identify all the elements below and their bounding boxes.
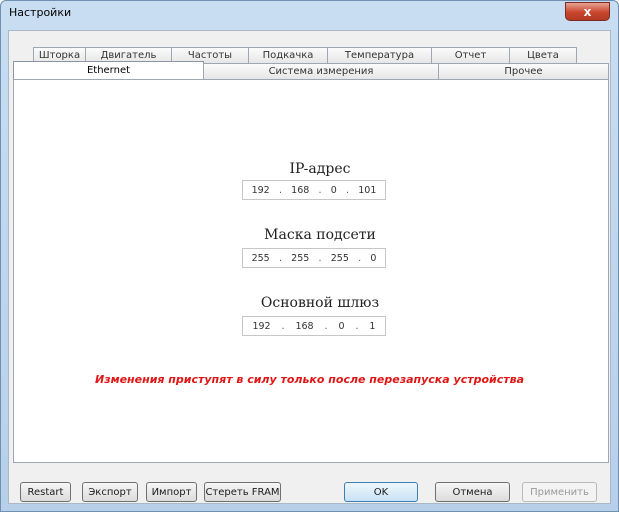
- octet-separator: .: [318, 252, 322, 264]
- close-button[interactable]: x: [565, 2, 610, 21]
- restart-warning-text: Изменения приступят в силу только после …: [94, 373, 525, 386]
- ip-address-label: IP-адрес: [289, 161, 351, 177]
- gateway-input[interactable]: 192. 168. 0. 1: [242, 316, 386, 336]
- tab-measurement-system[interactable]: Система измерения: [203, 63, 439, 79]
- mask-octet-4[interactable]: 0: [370, 253, 376, 264]
- tab-ethernet[interactable]: Ethernet: [13, 61, 204, 79]
- ip-octet-3[interactable]: 0: [331, 185, 337, 196]
- tab-label: Система измерения: [268, 66, 374, 77]
- tab-row-bottom: Ethernet Система измерения Прочее: [13, 61, 609, 79]
- octet-separator: .: [281, 320, 285, 332]
- mask-octet-3[interactable]: 255: [331, 253, 349, 264]
- octet-separator: .: [324, 320, 328, 332]
- tab-pumping[interactable]: Подкачка: [248, 47, 328, 63]
- import-button[interactable]: Импорт: [146, 482, 197, 502]
- subnet-mask-input[interactable]: 255. 255. 255. 0: [242, 248, 386, 268]
- cancel-button[interactable]: Отмена: [435, 482, 510, 502]
- tab-label: Двигатель: [100, 50, 157, 61]
- tab-report[interactable]: Отчет: [431, 47, 510, 63]
- ethernet-panel: [13, 79, 609, 463]
- gateway-octet-2[interactable]: 168: [295, 321, 313, 332]
- ip-octet-4[interactable]: 101: [358, 185, 376, 196]
- export-button[interactable]: Экспорт: [82, 482, 138, 502]
- mask-octet-2[interactable]: 255: [291, 253, 309, 264]
- gateway-octet-1[interactable]: 192: [252, 321, 270, 332]
- ip-octet-1[interactable]: 192: [252, 185, 270, 196]
- tab-label: Отчет: [454, 50, 487, 61]
- tab-label: Прочее: [504, 66, 543, 77]
- tab-label: Шторка: [38, 50, 81, 61]
- tab-label: Частоты: [187, 50, 233, 61]
- apply-button: Применить: [522, 482, 597, 502]
- gateway-octet-4[interactable]: 1: [369, 321, 375, 332]
- tab-other[interactable]: Прочее: [438, 63, 609, 79]
- octet-separator: .: [346, 184, 350, 196]
- ip-octet-2[interactable]: 168: [291, 185, 309, 196]
- tab-label: Ethernet: [86, 65, 131, 76]
- close-icon: x: [583, 4, 592, 19]
- octet-separator: .: [278, 252, 282, 264]
- tab-label: Температура: [344, 50, 415, 61]
- gateway-label: Основной шлюз: [260, 295, 380, 311]
- tab-label: Подкачка: [262, 50, 314, 61]
- octet-separator: .: [318, 184, 322, 196]
- tab-colors[interactable]: Цвета: [509, 47, 577, 63]
- tab-temperature[interactable]: Температура: [327, 47, 432, 63]
- octet-separator: .: [358, 252, 362, 264]
- ok-button[interactable]: OK: [344, 482, 418, 502]
- tab-label: Цвета: [527, 50, 559, 61]
- restart-button[interactable]: Restart: [20, 482, 71, 502]
- window-title: Настройки: [9, 6, 72, 19]
- octet-separator: .: [355, 320, 359, 332]
- erase-fram-button[interactable]: Стереть FRAM: [204, 482, 281, 502]
- ip-address-input[interactable]: 192. 168. 0. 101: [242, 180, 386, 200]
- subnet-mask-label: Маска подсети: [264, 227, 376, 243]
- gateway-octet-3[interactable]: 0: [338, 321, 344, 332]
- mask-octet-1[interactable]: 255: [252, 253, 270, 264]
- octet-separator: .: [278, 184, 282, 196]
